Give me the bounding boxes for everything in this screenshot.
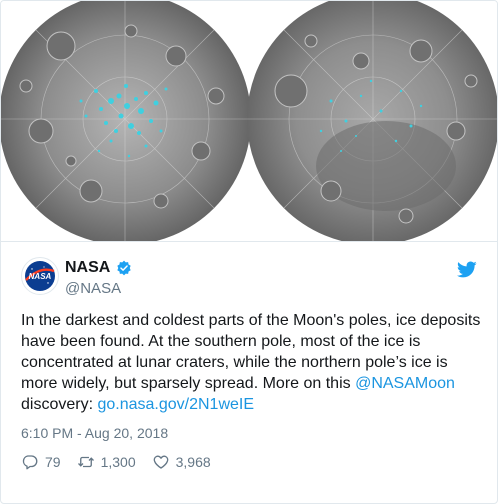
tweet-timestamp[interactable]: 6:10 PM - Aug 20, 2018: [21, 425, 168, 441]
tweet-card[interactable]: NASA NASA @NASA In the darkest and colde…: [0, 0, 498, 504]
like-count: 3,968: [175, 454, 211, 470]
heart-icon: [153, 455, 168, 469]
avatar[interactable]: NASA: [21, 257, 59, 295]
verified-badge-icon: [117, 260, 132, 276]
north-pole-map: [247, 1, 497, 241]
mention-link[interactable]: @NASAMoon: [355, 375, 455, 392]
tweet-media[interactable]: [1, 1, 497, 242]
author-handle[interactable]: @NASA: [65, 280, 121, 297]
tweet-text: In the darkest and coldest parts of the …: [21, 310, 483, 415]
tweet-text-tail: discovery:: [21, 396, 98, 413]
retweet-count: 1,300: [100, 454, 136, 470]
url-link[interactable]: go.nasa.gov/2N1weIE: [97, 396, 254, 413]
author-name[interactable]: NASA: [65, 259, 110, 277]
nasa-logo-text: NASA: [29, 272, 52, 281]
author-row: NASA: [65, 259, 132, 277]
retweet-action[interactable]: 1,300: [77, 453, 136, 471]
twitter-bird-icon[interactable]: [457, 259, 477, 279]
reply-action[interactable]: 79: [21, 453, 61, 471]
retweet-icon: [77, 456, 94, 468]
reply-count: 79: [45, 454, 61, 470]
south-pole-map: [1, 1, 251, 241]
tweet-actions: 79 1,300 3,968: [21, 453, 211, 471]
like-action[interactable]: 3,968: [152, 453, 211, 471]
nasa-logo-icon: NASA: [25, 261, 55, 291]
reply-icon: [22, 455, 38, 470]
